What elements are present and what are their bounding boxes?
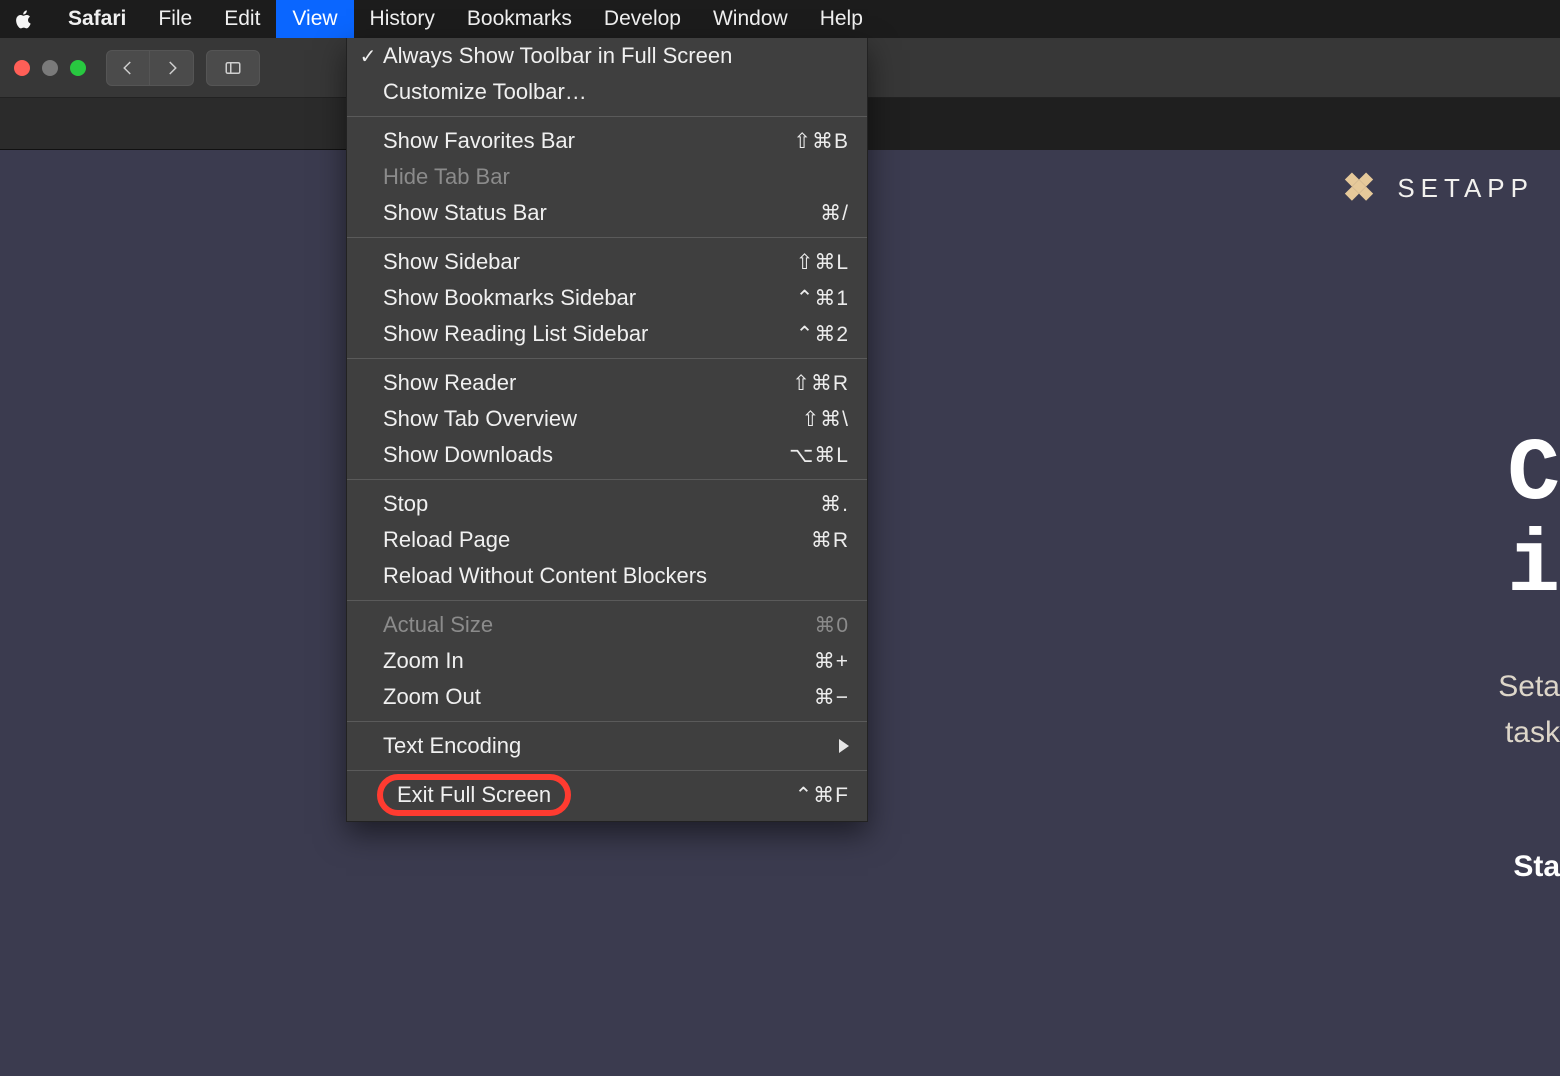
menu-item-stop[interactable]: Stop⌘. <box>347 486 867 522</box>
nav-buttons <box>106 50 194 86</box>
menu-item-shortcut: ⌃⌘F <box>795 783 849 808</box>
menu-item-shortcut: ⇧⌘L <box>796 250 849 275</box>
menu-item-label: Hide Tab Bar <box>379 164 849 190</box>
menu-item-shortcut: ⌃⌘1 <box>796 286 849 311</box>
forward-button[interactable] <box>150 50 194 86</box>
minimize-window-icon[interactable] <box>42 60 58 76</box>
menu-item-actual-size: Actual Size⌘0 <box>347 607 867 643</box>
menu-develop[interactable]: Develop <box>588 0 697 38</box>
menu-separator <box>347 237 867 238</box>
menu-window[interactable]: Window <box>697 0 804 38</box>
menu-separator <box>347 358 867 359</box>
menu-separator <box>347 479 867 480</box>
menu-item-label: Zoom Out <box>379 684 814 710</box>
setapp-logo: SETAPP <box>1339 168 1534 208</box>
menu-item-label: Show Reader <box>379 370 792 396</box>
menu-item-exit-full-screen[interactable]: Exit Full Screen⌃⌘F <box>347 777 867 813</box>
close-window-icon[interactable] <box>14 60 30 76</box>
menu-item-label: Stop <box>379 491 820 517</box>
menu-item-text-encoding[interactable]: Text Encoding <box>347 728 867 764</box>
menu-item-label: Show Sidebar <box>379 249 796 275</box>
menu-item-label: Always Show Toolbar in Full Screen <box>379 43 849 69</box>
menu-item-shortcut: ⇧⌘B <box>793 129 849 154</box>
menu-separator <box>347 600 867 601</box>
menu-item-label: Text Encoding <box>379 733 839 759</box>
setapp-icon <box>1339 168 1379 208</box>
menu-item-shortcut: ⇧⌘\ <box>802 407 849 432</box>
menu-item-shortcut: ⌘. <box>820 492 849 517</box>
fullscreen-window-icon[interactable] <box>70 60 86 76</box>
menu-item-show-sidebar[interactable]: Show Sidebar⇧⌘L <box>347 244 867 280</box>
menu-bookmarks[interactable]: Bookmarks <box>451 0 588 38</box>
menu-item-always-show-toolbar-in-full-screen[interactable]: ✓Always Show Toolbar in Full Screen <box>347 38 867 74</box>
page-text-fragment-task: task <box>1505 716 1560 750</box>
page-text-fragment-seta: Seta <box>1498 670 1560 704</box>
menu-item-shortcut: ⌘− <box>814 685 849 710</box>
menu-item-label: Show Bookmarks Sidebar <box>379 285 796 311</box>
menu-item-label: Show Status Bar <box>379 200 820 226</box>
menu-item-label: Show Favorites Bar <box>379 128 793 154</box>
menu-app-name[interactable]: Safari <box>52 0 142 38</box>
page-heading-fragment-i: i <box>1507 518 1560 617</box>
checkmark-icon: ✓ <box>357 44 379 69</box>
menu-file[interactable]: File <box>142 0 208 38</box>
menu-bar[interactable]: Safari File Edit View History Bookmarks … <box>0 0 1560 38</box>
apple-menu-icon[interactable] <box>10 5 38 33</box>
setapp-brand-text: SETAPP <box>1397 173 1534 204</box>
menu-history[interactable]: History <box>354 0 451 38</box>
menu-view[interactable]: View <box>276 0 353 38</box>
menu-item-label: Show Downloads <box>379 442 789 468</box>
page-text-fragment-sta: Sta <box>1513 850 1560 884</box>
menu-item-zoom-in[interactable]: Zoom In⌘+ <box>347 643 867 679</box>
menu-help[interactable]: Help <box>804 0 879 38</box>
menu-item-hide-tab-bar: Hide Tab Bar <box>347 159 867 195</box>
menu-item-show-bookmarks-sidebar[interactable]: Show Bookmarks Sidebar⌃⌘1 <box>347 280 867 316</box>
menu-item-label: Exit Full Screen <box>379 774 795 816</box>
menu-item-shortcut: ⌘/ <box>820 201 849 226</box>
menu-item-label: Reload Page <box>379 527 811 553</box>
menu-item-show-tab-overview[interactable]: Show Tab Overview⇧⌘\ <box>347 401 867 437</box>
menu-item-reload-without-content-blockers[interactable]: Reload Without Content Blockers <box>347 558 867 594</box>
menu-item-label: Zoom In <box>379 648 814 674</box>
menu-item-shortcut: ⌥⌘L <box>789 443 849 468</box>
menu-item-label: Show Tab Overview <box>379 406 802 432</box>
menu-item-show-reading-list-sidebar[interactable]: Show Reading List Sidebar⌃⌘2 <box>347 316 867 352</box>
menu-item-shortcut: ⇧⌘R <box>792 371 849 396</box>
view-menu-dropdown[interactable]: ✓Always Show Toolbar in Full Screen Custo… <box>346 38 868 822</box>
menu-item-show-reader[interactable]: Show Reader⇧⌘R <box>347 365 867 401</box>
sidebar-toggle-button[interactable] <box>206 50 260 86</box>
menu-separator <box>347 116 867 117</box>
menu-item-shortcut: ⌘0 <box>814 613 849 638</box>
menu-item-label: Customize Toolbar… <box>379 79 849 105</box>
menu-separator <box>347 721 867 722</box>
menu-item-label: Reload Without Content Blockers <box>379 563 849 589</box>
menu-item-zoom-out[interactable]: Zoom Out⌘− <box>347 679 867 715</box>
window-controls[interactable] <box>14 60 86 76</box>
menu-separator <box>347 770 867 771</box>
back-button[interactable] <box>106 50 150 86</box>
menu-item-shortcut: ⌘+ <box>814 649 849 674</box>
page-heading-fragment-c: C <box>1507 426 1560 525</box>
menu-edit[interactable]: Edit <box>208 0 276 38</box>
menu-item-reload-page[interactable]: Reload Page⌘R <box>347 522 867 558</box>
menu-item-show-downloads[interactable]: Show Downloads⌥⌘L <box>347 437 867 473</box>
submenu-arrow-icon <box>839 739 849 753</box>
menu-item-show-status-bar[interactable]: Show Status Bar⌘/ <box>347 195 867 231</box>
menu-item-label: Show Reading List Sidebar <box>379 321 796 347</box>
menu-item-shortcut: ⌃⌘2 <box>796 322 849 347</box>
menu-item-customize-toolbar[interactable]: Customize Toolbar… <box>347 74 867 110</box>
menu-item-label: Actual Size <box>379 612 814 638</box>
menu-item-shortcut: ⌘R <box>811 528 849 553</box>
menu-item-show-favorites-bar[interactable]: Show Favorites Bar⇧⌘B <box>347 123 867 159</box>
